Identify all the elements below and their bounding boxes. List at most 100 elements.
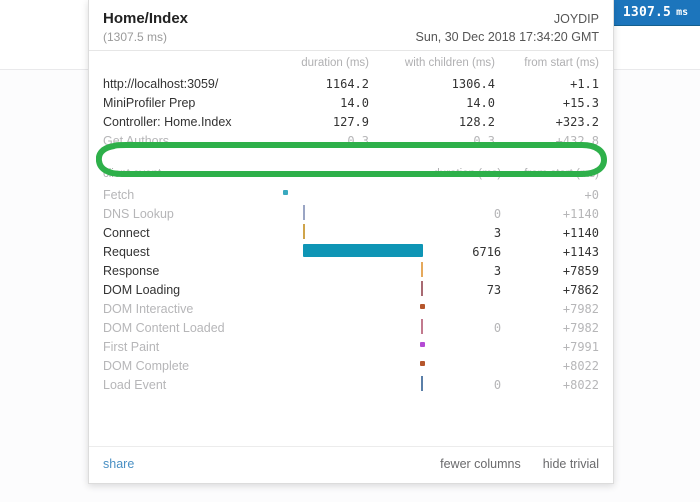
timeline-tick-marker [420,262,423,277]
client-event-timeline-cell [251,318,423,337]
server-col-duration: duration (ms) [301,57,369,69]
table-row[interactable]: http://localhost:3059/1164.2 1306.4 +1.1 [103,74,599,93]
table-row[interactable]: Load Event 0 +8022 [103,375,599,394]
timing-duration: 127.9 [332,114,369,129]
timing-with-children: 14.0 [466,95,495,110]
total-duration: (1307.5 ms) [103,30,168,44]
footer-actions: fewer columns hide trivial [440,457,599,471]
table-row[interactable]: Response 3 +7859 [103,261,599,280]
timeline-dot-marker [419,361,425,366]
client-event-name: DOM Content Loaded [103,320,225,335]
table-row[interactable]: DOM Content Loaded 0 +7982 [103,318,599,337]
timing-duration: 0.3 [347,133,369,148]
client-timings-table: client event duration (ms) from start (m… [103,162,599,394]
timeline-track [251,223,411,240]
share-link[interactable]: share [103,457,134,471]
badge-duration-unit: ms [676,7,689,18]
client-event-from-start: +8022 [562,377,599,392]
timeline-tick-marker [420,281,423,296]
client-event-name: Connect [103,225,150,240]
client-event-duration: 0 [493,206,502,221]
timeline-track [251,318,423,335]
timing-with-children: 128.2 [458,114,495,129]
table-row[interactable]: DNS Lookup 0 +1140 [103,204,599,223]
client-event-timeline-cell [251,337,425,356]
client-event-from-start: +7982 [562,320,599,335]
timing-name: MiniProfiler Prep [103,95,196,110]
table-row[interactable]: Fetch +0 [103,185,599,204]
timeline-track [251,299,425,316]
client-event-timeline-cell [251,242,423,261]
timing-with-children: 0.3 [473,133,495,148]
client-event-timeline-cell [251,375,423,394]
timeline-tick-marker [302,205,305,220]
timeline-dot-marker [419,304,425,309]
table-row[interactable]: MiniProfiler Prep 14.0 14.0 +15.3 [103,93,599,112]
client-event-from-start: +7859 [562,263,599,278]
client-event-duration [397,299,502,318]
miniprofiler-badge[interactable]: 1307.5 ms [610,0,700,26]
timing-from-start: +15.3 [562,95,599,110]
client-timings-section: client event duration (ms) from start (m… [89,162,613,394]
timeline-track [251,356,425,373]
client-event-name: DOM Interactive [103,301,194,316]
popup-header: Home/Index JOYDIP (1307.5 ms) Sun, 30 De… [89,0,613,51]
machine-name: JOYDIP [553,12,599,26]
client-event-name: DNS Lookup [103,206,174,221]
client-event-from-start: +1140 [562,206,599,221]
client-event-name: Request [103,244,150,259]
client-event-name: DOM Complete [103,358,190,373]
timeline-track [251,337,425,354]
client-event-from-start: +1140 [562,225,599,240]
client-event-from-start: +1143 [562,244,599,259]
timeline-track [251,375,423,392]
timing-with-children: 1306.4 [451,76,495,91]
client-event-duration [397,356,502,375]
fewer-columns-button[interactable]: fewer columns [440,457,521,471]
timeline-tick-marker [302,224,305,239]
timeline-bar-marker [302,244,423,257]
table-row[interactable]: DOM Complete +8022 [103,356,599,375]
client-event-timeline-cell [251,356,425,375]
table-row[interactable]: Request 6716 +1143 [103,242,599,261]
timing-duration: 14.0 [340,95,369,110]
table-row[interactable]: Get Authors 0.3 0.3 +432.8 [103,131,599,150]
timeline-track [251,185,411,202]
timeline-tick-marker [420,319,423,334]
timeline-dot-marker [419,342,425,347]
server-timings-table: duration (ms) with children (ms) from st… [103,51,599,150]
client-event-from-start: +7982 [562,301,599,316]
client-event-from-start: +0 [584,187,599,202]
client-event-duration: 0 [493,377,502,392]
timing-duration: 1164.2 [325,76,369,91]
table-row[interactable]: Controller: Home.Index 127.9 128.2 +323.2 [103,112,599,131]
client-event-from-start: +7991 [562,339,599,354]
client-event-duration [397,337,502,356]
timing-from-start: +323.2 [555,114,599,129]
server-timings-section: duration (ms) with children (ms) from st… [89,51,613,150]
timing-name: Controller: Home.Index [103,114,232,129]
client-event-name: Fetch [103,187,135,202]
table-row[interactable]: DOM Loading 73 +7862 [103,280,599,299]
client-event-duration [397,185,502,204]
client-event-name: Load Event [103,377,167,392]
client-event-from-start: +8022 [562,358,599,373]
timeline-track [251,204,411,221]
client-event-name: DOM Loading [103,282,181,297]
client-event-timeline-cell [251,299,425,318]
badge-duration-value: 1307.5 [622,5,672,20]
table-row[interactable]: First Paint +7991 [103,337,599,356]
client-event-timeline-cell [251,261,423,280]
client-event-timeline-cell [251,204,397,223]
server-table-body: http://localhost:3059/1164.2 1306.4 +1.1 Mi… [103,74,599,150]
table-row[interactable]: DOM Interactive +7982 [103,299,599,318]
client-event-duration: 0 [493,320,502,335]
screenshot-root: 1307.5 ms Home/Index JOYDIP (1307.5 ms) … [0,0,700,502]
page-title: Home/Index [103,10,189,27]
client-col-from-start: from start (ms) [524,168,599,180]
hide-trivial-button[interactable]: hide trivial [543,457,599,471]
table-row[interactable]: Connect 3 +1140 [103,223,599,242]
server-table-header-row: duration (ms) with children (ms) from st… [103,51,599,74]
client-event-duration: 73 [486,282,502,297]
